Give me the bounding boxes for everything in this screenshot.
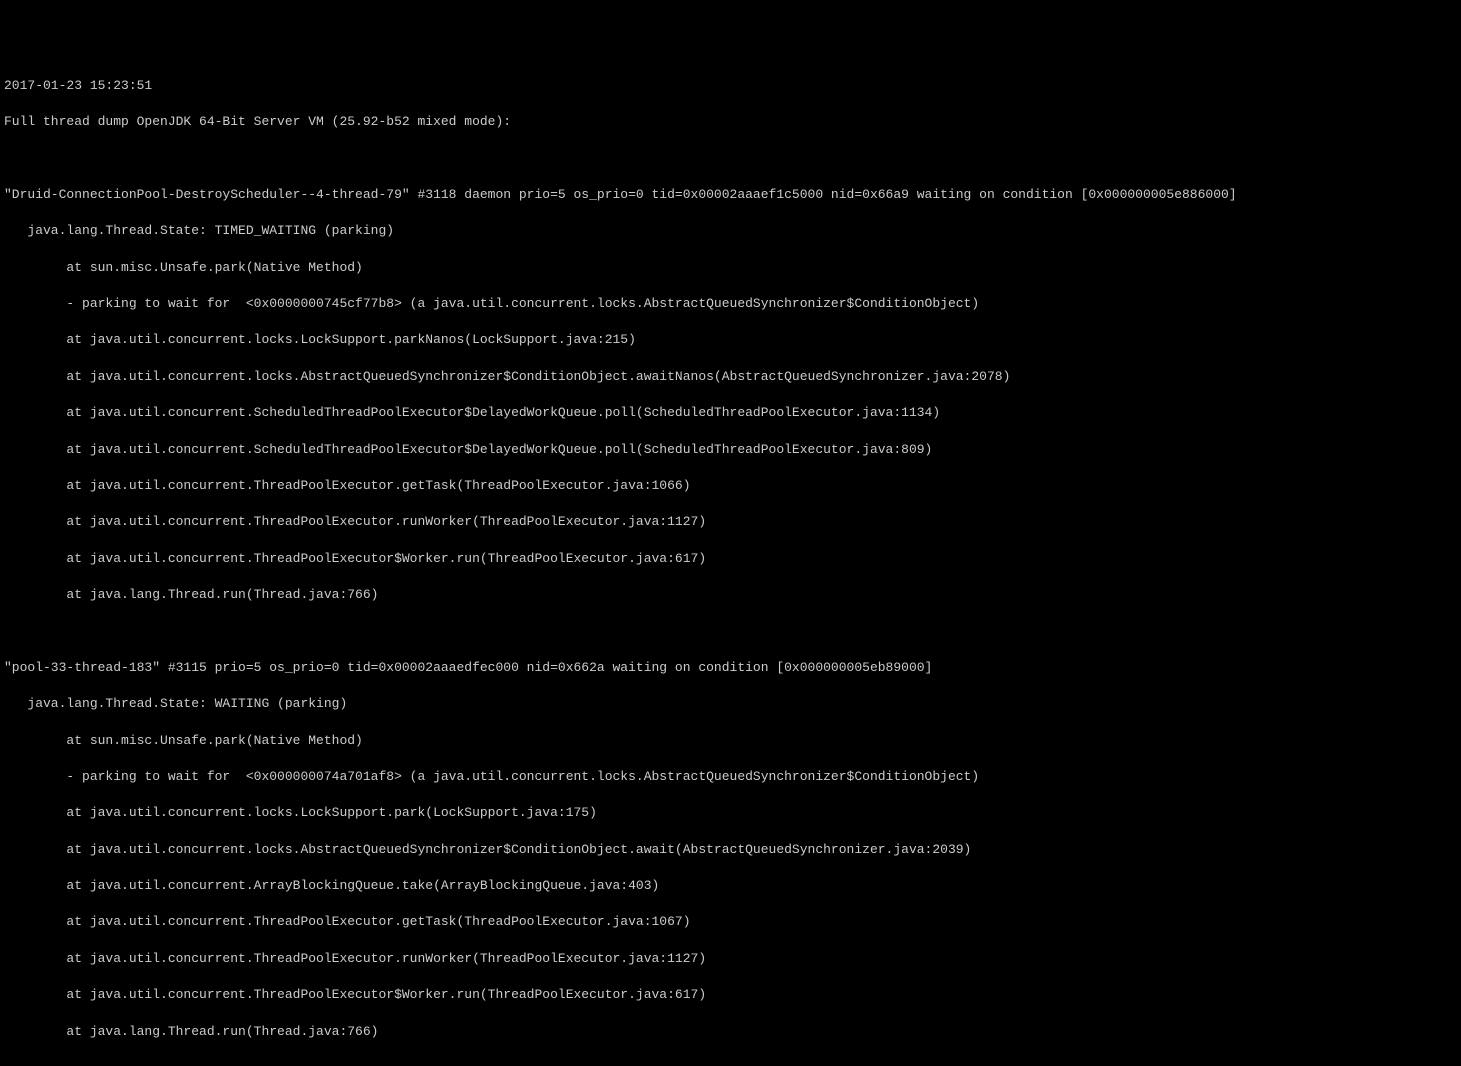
stack-frame: at java.util.concurrent.ScheduledThreadP… xyxy=(4,404,1457,422)
stack-frame: at java.util.concurrent.locks.AbstractQu… xyxy=(4,841,1457,859)
dump-timestamp: 2017-01-23 15:23:51 xyxy=(4,77,1457,95)
blank-line xyxy=(4,622,1457,640)
stack-frame: at java.util.concurrent.ThreadPoolExecut… xyxy=(4,986,1457,1004)
stack-frame: at java.util.concurrent.locks.LockSuppor… xyxy=(4,331,1457,349)
stack-frame: at java.util.concurrent.ThreadPoolExecut… xyxy=(4,950,1457,968)
stack-frame: at java.util.concurrent.locks.AbstractQu… xyxy=(4,368,1457,386)
stack-frame: at java.util.concurrent.ArrayBlockingQue… xyxy=(4,877,1457,895)
thread-name: "pool-33-thread-183" #3115 prio=5 os_pri… xyxy=(4,659,1457,677)
stack-frame: - parking to wait for <0x000000074a701af… xyxy=(4,768,1457,786)
blank-line xyxy=(4,150,1457,168)
stack-frame: at java.util.concurrent.ThreadPoolExecut… xyxy=(4,513,1457,531)
thread-state: java.lang.Thread.State: TIMED_WAITING (p… xyxy=(4,222,1457,240)
stack-frame: at java.lang.Thread.run(Thread.java:766) xyxy=(4,586,1457,604)
dump-title: Full thread dump OpenJDK 64-Bit Server V… xyxy=(4,113,1457,131)
stack-frame: at java.util.concurrent.locks.LockSuppor… xyxy=(4,804,1457,822)
stack-frame: - parking to wait for <0x0000000745cf77b… xyxy=(4,295,1457,313)
thread-state: java.lang.Thread.State: WAITING (parking… xyxy=(4,695,1457,713)
stack-frame: at sun.misc.Unsafe.park(Native Method) xyxy=(4,732,1457,750)
stack-frame: at java.util.concurrent.ThreadPoolExecut… xyxy=(4,913,1457,931)
stack-frame: at sun.misc.Unsafe.park(Native Method) xyxy=(4,259,1457,277)
stack-frame: at java.util.concurrent.ScheduledThreadP… xyxy=(4,441,1457,459)
thread-name: "Druid-ConnectionPool-DestroyScheduler--… xyxy=(4,186,1457,204)
stack-frame: at java.lang.Thread.run(Thread.java:766) xyxy=(4,1023,1457,1041)
stack-frame: at java.util.concurrent.ThreadPoolExecut… xyxy=(4,477,1457,495)
stack-frame: at java.util.concurrent.ThreadPoolExecut… xyxy=(4,550,1457,568)
